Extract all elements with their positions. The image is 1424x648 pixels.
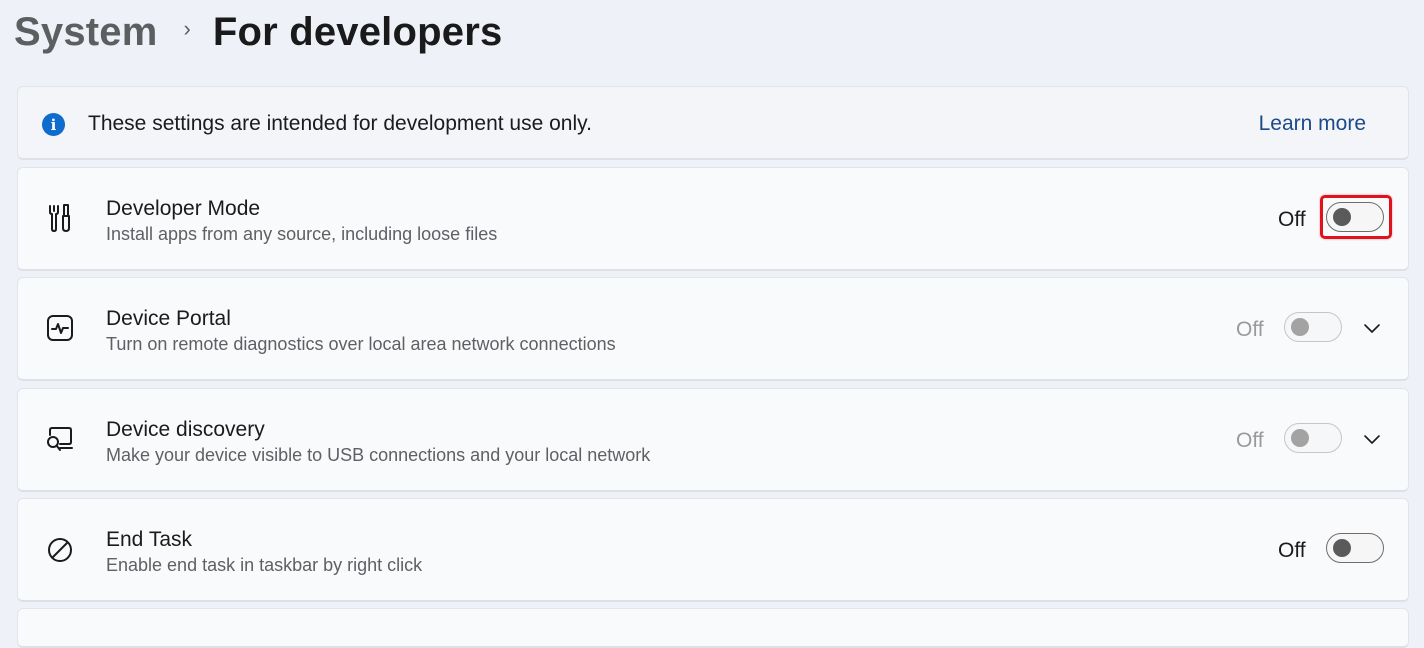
developer-mode-toggle[interactable]: [1326, 202, 1384, 232]
learn-more-link[interactable]: Learn more: [1259, 112, 1366, 136]
device-discovery-toggle[interactable]: [1284, 423, 1342, 453]
end-task-toggle[interactable]: [1326, 533, 1384, 563]
breadcrumb: System › For developers: [14, 6, 502, 58]
toggle-knob: [1333, 539, 1351, 557]
breadcrumb-system[interactable]: System: [14, 10, 158, 55]
chevron-down-icon[interactable]: [1362, 318, 1382, 338]
setting-end-task: End Task Enable end task in taskbar by r…: [17, 498, 1409, 602]
toggle-state-label: Off: [1278, 208, 1306, 231]
toggle-state-label: Off: [1278, 539, 1306, 562]
info-banner-text: These settings are intended for developm…: [88, 112, 592, 135]
setting-description: Install apps from any source, including …: [106, 224, 498, 244]
setting-device-discovery[interactable]: Device discovery Make your device visibl…: [17, 388, 1409, 492]
setting-description: Make your device visible to USB connecti…: [106, 445, 651, 465]
toggle-knob: [1333, 208, 1351, 226]
toggle-state-label: Off: [1236, 429, 1264, 452]
setting-title: End Task: [106, 528, 192, 551]
info-icon: i: [42, 113, 65, 136]
device-portal-toggle[interactable]: [1284, 312, 1342, 342]
chevron-right-icon: ›: [183, 16, 191, 41]
device-search-icon: [44, 423, 76, 455]
prohibited-icon: [44, 533, 76, 565]
page-title: For developers: [212, 9, 503, 54]
setting-device-portal[interactable]: Device Portal Turn on remote diagnostics…: [17, 277, 1409, 381]
setting-developer-mode: Developer Mode Install apps from any sou…: [17, 167, 1409, 271]
pulse-monitor-icon: [44, 312, 76, 344]
setting-description: Enable end task in taskbar by right clic…: [106, 555, 423, 575]
setting-title: Device discovery: [106, 418, 265, 441]
toggle-knob: [1291, 429, 1309, 447]
chevron-down-icon[interactable]: [1362, 429, 1382, 449]
toggle-knob: [1291, 318, 1309, 336]
tools-icon: [44, 202, 76, 234]
setting-card-partial: [17, 608, 1409, 648]
setting-description: Turn on remote diagnostics over local ar…: [106, 334, 616, 354]
toggle-state-label: Off: [1236, 318, 1264, 341]
setting-title: Device Portal: [106, 307, 231, 330]
setting-title: Developer Mode: [106, 197, 261, 220]
info-banner: i These settings are intended for develo…: [17, 86, 1409, 160]
